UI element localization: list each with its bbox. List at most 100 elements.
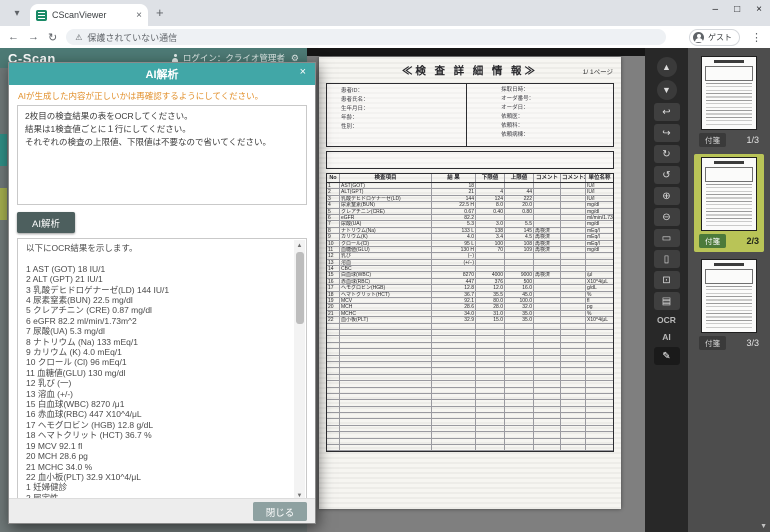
ocr-button[interactable]: OCR <box>654 313 680 327</box>
maximize-button[interactable]: □ <box>734 4 740 15</box>
browser-menu-icon[interactable]: ⋮ <box>751 31 762 44</box>
table-cell <box>327 343 340 348</box>
table-cell <box>476 413 505 418</box>
table-cell <box>561 189 586 194</box>
not-secure-warning-icon[interactable]: ⚠ <box>75 33 82 42</box>
rotate-left-button[interactable]: ↺ <box>654 166 680 184</box>
table-cell: 16.0 <box>505 285 534 290</box>
ocr-result-line: 3 乳酸デヒドロゲナーゼ(LD) 144 IU/1 <box>26 285 288 295</box>
table-cell <box>561 381 586 386</box>
fusen-badge-button[interactable]: 付箋 <box>699 133 726 147</box>
table-cell <box>327 419 340 424</box>
page-thumbnail-2[interactable]: 付箋2/3 <box>694 154 764 252</box>
fusen-badge-button[interactable]: 付箋 <box>699 336 726 350</box>
table-cell <box>476 336 505 341</box>
table-cell <box>561 375 586 380</box>
zoom-in-button[interactable]: ⊕ <box>654 187 680 205</box>
fit-height-button[interactable]: ▯ <box>654 250 680 268</box>
table-cell <box>432 439 476 444</box>
fit-width-button[interactable]: ▭ <box>654 229 680 247</box>
tab-close-icon[interactable]: × <box>136 10 142 21</box>
table-cell: 4 <box>476 189 505 194</box>
viewer-topbar <box>307 48 645 56</box>
tab-search-icon[interactable]: ▾ <box>8 4 26 22</box>
zoom-out-button[interactable]: ⊖ <box>654 208 680 226</box>
page-thumbnail-3[interactable]: 付箋3/3 <box>697 259 761 350</box>
left-tab-strip-olive[interactable] <box>0 188 7 220</box>
table-cell <box>534 330 561 335</box>
profile-button[interactable]: ゲスト <box>689 29 740 46</box>
ocr-scrollbar[interactable]: ▲ ▼ <box>294 240 305 502</box>
scanned-document-page[interactable]: ≪検 査 詳 細 情 報≫ 1/ 1ページ 患者ID：患者氏名：生年月日：年齢：… <box>319 57 621 509</box>
signature-button[interactable]: ✎ <box>654 347 680 365</box>
table-cell <box>561 400 586 405</box>
reload-icon[interactable]: ↻ <box>48 31 57 44</box>
ocr-result-box[interactable]: 以下にOCR結果を示します。1 AST (GOT) 18 IU/12 ALT (… <box>17 238 307 504</box>
sidebar-scroll-down-icon[interactable]: ▼ <box>760 523 767 530</box>
document-viewer[interactable]: ≪検 査 詳 細 情 報≫ 1/ 1ページ 患者ID：患者氏名：生年月日：年齢：… <box>307 48 645 532</box>
document-page-indicator: 1/ 1ページ <box>583 66 613 76</box>
patient-field-label: 患者氏名： <box>327 96 466 105</box>
page-thumbnail-sidebar: 付箋 1/3 付箋2/3 付箋3/3 ▼ <box>688 48 770 532</box>
table-cell <box>561 356 586 361</box>
table-cell <box>340 356 432 361</box>
forward-icon[interactable]: → <box>28 31 39 43</box>
table-cell: 70 <box>476 247 505 252</box>
table-cell: 0.40 <box>476 209 505 214</box>
browser-tabstrip: ▾ CScanViewer × + – □ × <box>0 0 770 26</box>
table-cell <box>534 221 561 226</box>
ai-button[interactable]: AI <box>654 330 680 344</box>
page-info-button[interactable]: ▤ <box>654 292 680 310</box>
ocr-result-line: 17 ヘモグロビン (HGB) 12.8 g/dL <box>26 420 288 430</box>
thumbnail-label-row: 付箋 1/3 <box>699 133 759 147</box>
browser-tab[interactable]: CScanViewer × <box>30 4 148 26</box>
table-cell: 138 <box>476 228 505 233</box>
url-text: 保護されていない通信 <box>87 31 177 44</box>
table-cell: % <box>586 292 613 297</box>
rotate-right-button[interactable]: ↻ <box>654 145 680 163</box>
table-cell <box>476 400 505 405</box>
user-icon <box>172 54 179 62</box>
table-cell <box>327 381 340 386</box>
scroll-up-button[interactable]: ▲ <box>657 57 677 77</box>
prev-page-button[interactable]: ↩ <box>654 103 680 121</box>
new-tab-button[interactable]: + <box>156 5 164 20</box>
ai-analyze-button[interactable]: AI解析 <box>17 212 75 233</box>
window-controls: – □ × <box>713 4 762 15</box>
scroll-down-button[interactable]: ▼ <box>657 80 677 100</box>
address-bar[interactable]: ⚠ 保護されていない通信 <box>66 29 666 45</box>
dialog-close-icon[interactable]: × <box>300 66 306 78</box>
fit-page-button[interactable]: ⊡ <box>654 271 680 289</box>
table-cell <box>505 356 534 361</box>
table-cell <box>327 330 340 335</box>
order-fields: 採取日時：オーダ番号：オーダ日：依頼医：依頼科：依頼病棟： <box>467 84 613 146</box>
table-cell <box>340 375 432 380</box>
table-cell: 32.0 <box>505 304 534 309</box>
minimize-button[interactable]: – <box>713 4 719 15</box>
table-cell <box>534 253 561 258</box>
next-page-button[interactable]: ↪ <box>654 124 680 142</box>
ocr-result-line: 15 白血球(WBC) 8270 /μ1 <box>26 399 288 409</box>
ocr-result-line: 4 尿素窒素(BUN) 22.5 mg/dl <box>26 295 288 305</box>
table-cell: 108 <box>505 241 534 246</box>
table-cell <box>534 445 561 450</box>
table-cell: 1 <box>327 183 340 188</box>
thumbnail-page-number: 1/3 <box>746 135 759 145</box>
table-cell: 36.7 <box>432 292 476 297</box>
fusen-badge-button[interactable]: 付箋 <box>699 234 726 248</box>
table-cell: クレアチニン(CRE) <box>340 209 432 214</box>
table-cell: 92.1 <box>432 298 476 303</box>
left-tab-strip-teal[interactable] <box>0 134 7 166</box>
table-cell: 19 <box>327 298 340 303</box>
page-thumbnail-1[interactable]: 付箋 1/3 <box>697 56 761 147</box>
scrollbar-thumb[interactable] <box>296 252 304 324</box>
table-cell <box>327 362 340 367</box>
table-cell <box>476 362 505 367</box>
window-close-button[interactable]: × <box>756 4 762 15</box>
scrollbar-up-icon[interactable]: ▲ <box>294 241 305 251</box>
back-icon[interactable]: ← <box>8 31 19 43</box>
prompt-textarea[interactable]: 2枚目の検査結果の表をOCRしてください。結果は1検査値ごとに１行にしてください… <box>17 105 307 205</box>
table-cell <box>586 388 613 393</box>
table-cell <box>340 381 432 386</box>
dialog-close-button[interactable]: 閉じる <box>253 502 307 521</box>
